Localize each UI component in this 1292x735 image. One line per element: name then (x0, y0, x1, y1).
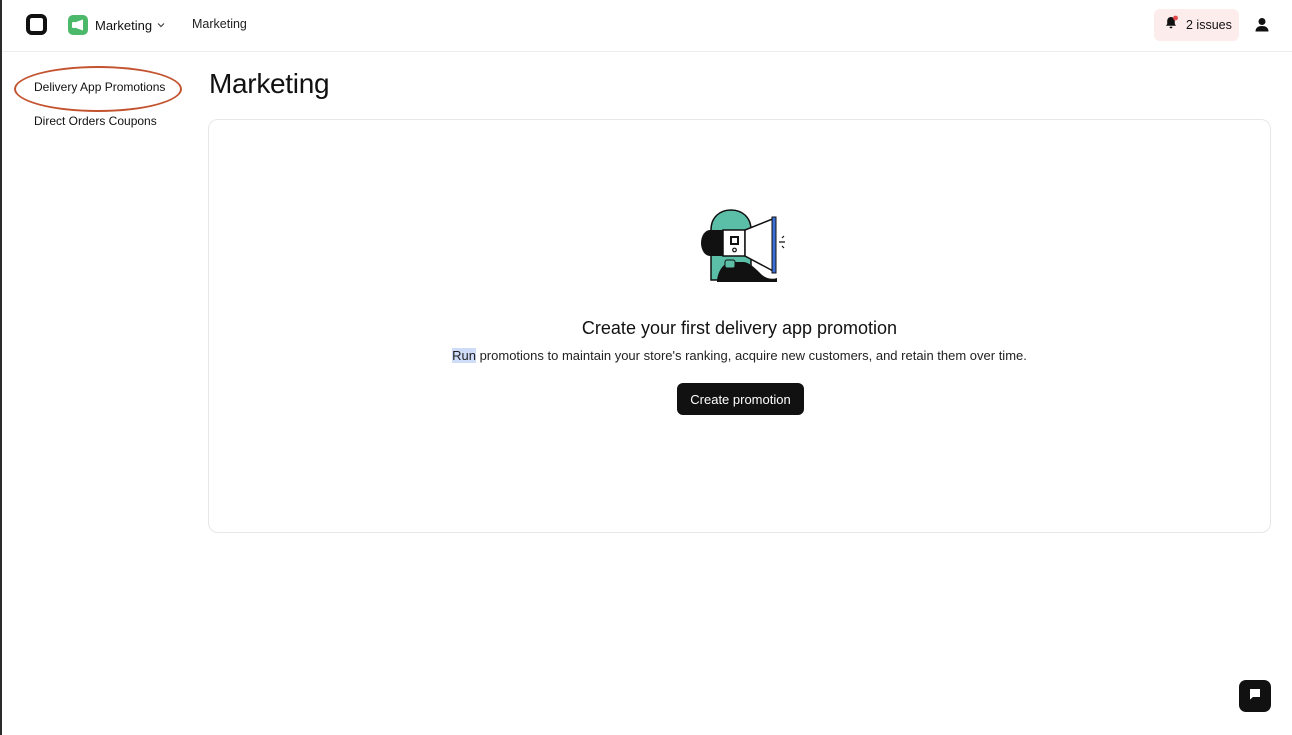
sidebar-item-direct-orders-coupons[interactable]: Direct Orders Coupons (34, 114, 157, 128)
create-promotion-button[interactable]: Create promotion (677, 383, 804, 415)
bell-icon (1164, 15, 1179, 35)
user-icon[interactable] (1252, 15, 1272, 35)
sidebar: Delivery App Promotions Direct Orders Co… (2, 52, 192, 735)
empty-state-title: Create your first delivery app promotion (581, 318, 898, 338)
breadcrumb[interactable]: Marketing (192, 17, 247, 31)
chat-button[interactable] (1239, 680, 1271, 712)
issues-label: 2 issues (1186, 18, 1232, 32)
empty-state-description: Run promotions to maintain your store's … (209, 348, 1270, 363)
chevron-down-icon (156, 21, 165, 30)
empty-state-card: Create your first delivery app promotion… (208, 119, 1271, 533)
top-bar: Marketing Marketing 2 issues (2, 0, 1292, 52)
page-title: Marketing (209, 68, 330, 99)
megaphone-illustration (699, 208, 789, 283)
module-name: Marketing (95, 17, 153, 33)
app-window: Marketing Marketing 2 issues Delivery Ap… (0, 0, 1292, 735)
issues-button[interactable]: 2 issues (1154, 9, 1239, 41)
description-text: promotions to maintain your store's rank… (475, 348, 1027, 363)
megaphone-icon (68, 15, 88, 35)
app-logo-icon[interactable] (26, 14, 47, 35)
highlighted-word: Run (452, 348, 476, 363)
module-switcher[interactable]: Marketing (68, 14, 165, 36)
sidebar-item-delivery-app-promotions[interactable]: Delivery App Promotions (34, 80, 165, 94)
chat-icon (1248, 687, 1262, 706)
